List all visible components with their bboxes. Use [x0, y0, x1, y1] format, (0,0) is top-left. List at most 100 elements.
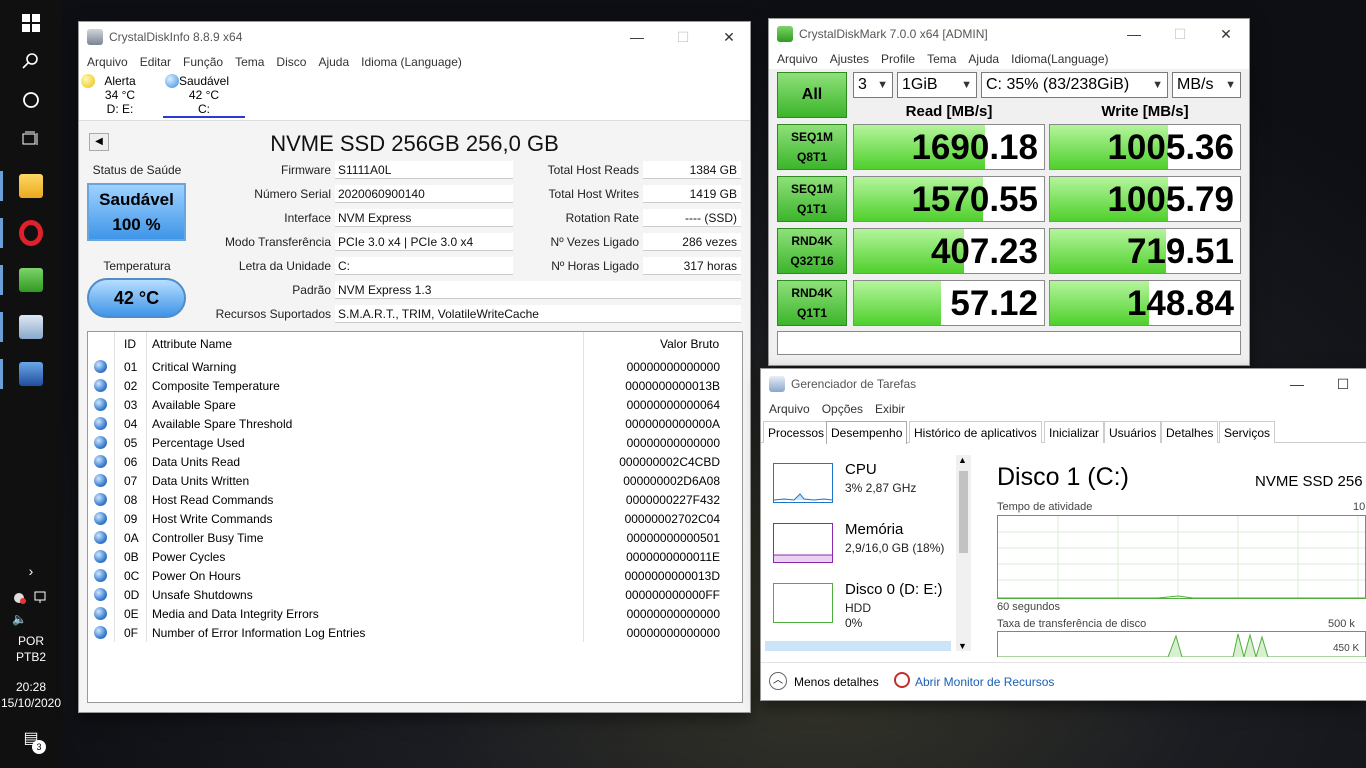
disk-model: NVME SSD 256 [1255, 473, 1363, 490]
tab-inicializar[interactable]: Inicializar [1044, 421, 1105, 443]
task-manager-taskbar-icon[interactable] [0, 304, 62, 350]
attribute-id: 0D [124, 588, 140, 602]
menu-opcoes[interactable]: Opções [816, 402, 869, 416]
maximize-icon[interactable]: ☐ [1157, 19, 1203, 49]
table-row[interactable]: 0B Power Cycles 0000000000011E [88, 547, 744, 566]
table-row[interactable]: 0A Controller Busy Time 00000000000501 [88, 528, 744, 547]
notification-center-icon[interactable]: ▤ 3 [0, 728, 62, 754]
cpu-thumbnail [773, 463, 833, 503]
disk-tab-saudavel[interactable]: Saudável 42 °C C: [163, 72, 245, 118]
sidebar-item-disk-1-selected[interactable] [765, 641, 951, 651]
standard-label: Padrão [292, 283, 331, 297]
read-result: 1690.18 [853, 124, 1045, 170]
table-row[interactable]: 0F Number of Error Information Log Entrie… [88, 623, 744, 642]
menu-ajustes[interactable]: Ajustes [824, 52, 875, 66]
collapse-chevron-icon[interactable]: ︿ [769, 672, 787, 690]
network-icon[interactable] [0, 590, 62, 608]
tab-desempenho[interactable]: Desempenho [826, 421, 908, 444]
menu-disco[interactable]: Disco [270, 55, 312, 69]
menu-arquivo[interactable]: Arquivo [771, 52, 824, 66]
close-icon[interactable]: ✕ [706, 22, 752, 52]
table-row[interactable]: 03 Available Spare 00000000000064 [88, 395, 744, 414]
tab-historico[interactable]: Histórico de aplicativos [909, 421, 1042, 443]
menu-tema[interactable]: Tema [229, 55, 270, 69]
table-row[interactable]: 07 Data Units Written 000000002D6A08 [88, 471, 744, 490]
menu-profile[interactable]: Profile [875, 52, 921, 66]
maximize-icon[interactable]: ☐ [660, 22, 706, 52]
opera-browser-icon[interactable] [0, 210, 62, 256]
scroll-up-icon[interactable]: ▲ [958, 455, 967, 465]
table-row[interactable]: 08 Host Read Commands 0000000227F432 [88, 490, 744, 509]
menu-tema[interactable]: Tema [921, 52, 962, 66]
menu-idioma[interactable]: Idioma (Language) [355, 55, 468, 69]
minimize-icon[interactable]: — [614, 22, 660, 52]
menu-arquivo[interactable]: Arquivo [763, 402, 816, 416]
header-attribute-name[interactable]: Attribute Name [152, 337, 232, 351]
clock[interactable]: 20:28 15/10/2020 [0, 680, 62, 710]
minimize-icon[interactable]: — [1274, 369, 1320, 399]
smart-attributes-table[interactable]: ID Attribute Name Valor Bruto 01 Critical… [87, 331, 743, 703]
comment-field[interactable] [777, 331, 1241, 355]
menu-exibir[interactable]: Exibir [869, 402, 911, 416]
table-row[interactable]: 0D Unsafe Shutdowns 000000000000FF [88, 585, 744, 604]
language-indicator[interactable]: POR PTB2 [0, 634, 62, 664]
tab-detalhes[interactable]: Detalhes [1161, 421, 1219, 443]
task-view-icon[interactable] [0, 116, 62, 162]
run-all-button[interactable]: All [777, 72, 847, 118]
crystaldiskinfo-taskbar-icon[interactable] [0, 257, 62, 303]
tab-servicos[interactable]: Serviços [1219, 421, 1276, 443]
volume-icon[interactable]: 🔈 [0, 612, 62, 628]
drive-select[interactable]: C: 35% (83/238GiB) ▼ [981, 72, 1168, 98]
close-icon[interactable]: ✕ [1203, 19, 1249, 49]
sidebar-item-cpu[interactable]: CPU 3% 2,87 GHz [773, 457, 963, 517]
less-details-link[interactable]: Menos detalhes [794, 675, 879, 689]
header-id[interactable]: ID [124, 337, 136, 351]
attribute-raw-value: 000000000000FF [625, 588, 720, 602]
crystaldiskmark-taskbar-icon[interactable] [0, 351, 62, 397]
table-row[interactable]: 04 Available Spare Threshold 0000000000000… [88, 414, 744, 433]
menu-idioma[interactable]: Idioma(Language) [1005, 52, 1114, 66]
unit-select[interactable]: MB/s ▼ [1172, 72, 1241, 98]
table-row[interactable]: 0E Media and Data Integrity Errors 0000000… [88, 604, 744, 623]
table-row[interactable]: 01 Critical Warning 00000000000000 [88, 357, 744, 376]
table-row[interactable]: 02 Composite Temperature 0000000000013B [88, 376, 744, 395]
table-row[interactable]: 06 Data Units Read 000000002C4CBD [88, 452, 744, 471]
sidebar-item-memory[interactable]: Memória 2,9/16,0 GB (18%) [773, 517, 963, 577]
monitor-icon [19, 315, 43, 339]
scroll-down-icon[interactable]: ▼ [958, 641, 967, 651]
attribute-name: Number of Error Information Log Entries [152, 626, 366, 640]
window-title: CrystalDiskMark 7.0.0 x64 [ADMIN] [799, 27, 988, 41]
test-button[interactable]: SEQ1M Q1T1 [777, 176, 847, 222]
health-status-box[interactable]: Saudável 100 % [87, 183, 186, 241]
tab-processos[interactable]: Processos [763, 421, 830, 443]
test-count-value: 3 [858, 76, 867, 93]
test-size-select[interactable]: 1GiB ▼ [897, 72, 977, 98]
header-raw-value[interactable]: Valor Bruto [660, 337, 719, 351]
test-count-select[interactable]: 3 ▼ [853, 72, 893, 98]
attribute-raw-value: 00000000000000 [626, 626, 720, 640]
temperature-box[interactable]: 42 °C [87, 278, 186, 318]
open-resource-monitor-link[interactable]: Abrir Monitor de Recursos [915, 675, 1054, 689]
menu-editar[interactable]: Editar [134, 55, 177, 69]
menu-funcao[interactable]: Função [177, 55, 229, 69]
show-hidden-icons-chevron-icon[interactable]: › [0, 548, 62, 594]
tab-usuarios[interactable]: Usuários [1104, 421, 1162, 443]
maximize-icon[interactable]: ☐ [1320, 369, 1366, 399]
file-explorer-icon[interactable] [0, 163, 62, 209]
table-row[interactable]: 09 Host Write Commands 00000002702C04 [88, 509, 744, 528]
test-button[interactable]: SEQ1M Q8T1 [777, 124, 847, 170]
menu-arquivo[interactable]: Arquivo [81, 55, 134, 69]
sidebar-scrollbar[interactable]: ▲ ▼ [956, 455, 971, 651]
test-button[interactable]: RND4K Q1T1 [777, 280, 847, 326]
sidebar-item-disk-0[interactable]: Disco 0 (D: E:) HDD 0% [773, 577, 963, 637]
test-button[interactable]: RND4K Q32T16 [777, 228, 847, 274]
table-row[interactable]: 0C Power On Hours 0000000000013D [88, 566, 744, 585]
menu-ajuda[interactable]: Ajuda [962, 52, 1005, 66]
disk-tab-alerta[interactable]: Alerta 34 °C D: E: [79, 72, 161, 118]
activity-label: Tempo de atividade [997, 501, 1093, 513]
minimize-icon[interactable]: — [1111, 19, 1157, 49]
table-row[interactable]: 05 Percentage Used 00000000000000 [88, 433, 744, 452]
crystaldiskinfo-window: CrystalDiskInfo 8.8.9 x64 — ☐ ✕ Arquivo … [79, 22, 750, 712]
scrollbar-thumb[interactable] [959, 471, 968, 553]
menu-ajuda[interactable]: Ajuda [312, 55, 355, 69]
